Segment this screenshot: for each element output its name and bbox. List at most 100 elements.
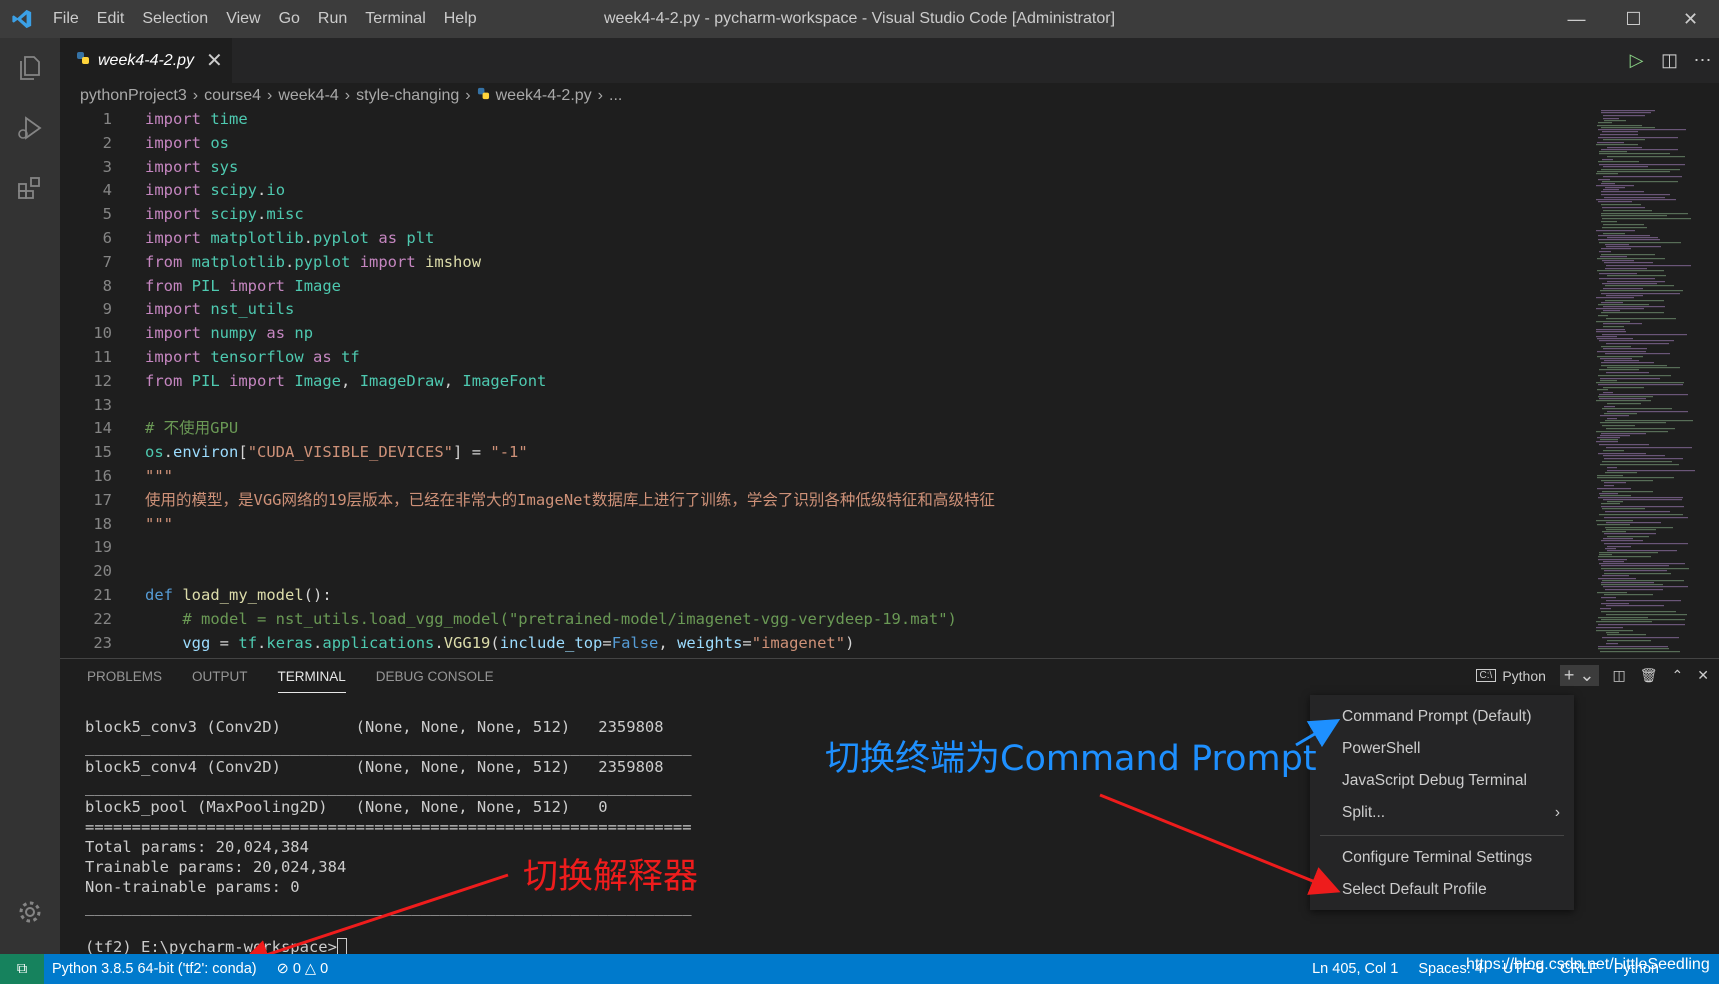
code-line[interactable]: 1 import time xyxy=(60,108,1590,132)
code-line[interactable]: 23 vgg = tf.keras.applications.VGG19(inc… xyxy=(60,632,1590,656)
chevron-right-icon: › xyxy=(344,87,351,104)
minimap-line xyxy=(1602,260,1634,262)
extensions-icon[interactable] xyxy=(0,158,60,218)
settings-gear-icon[interactable] xyxy=(0,882,60,942)
code-line[interactable]: 5 import scipy.misc xyxy=(60,203,1590,227)
menu-terminal[interactable]: Terminal xyxy=(356,0,434,38)
tab-week4-4-2[interactable]: week4-4-2.py ✕ xyxy=(60,38,232,83)
code-editor[interactable]: 1 import time 2 import os 3 import sys 4 import… xyxy=(60,108,1590,658)
breadcrumb-item[interactable]: course4 xyxy=(204,87,261,105)
close-panel-icon[interactable]: ✕ xyxy=(1697,667,1709,684)
tab-problems[interactable]: PROBLEMS xyxy=(87,669,162,693)
tab-output[interactable]: OUTPUT xyxy=(192,669,248,693)
breadcrumb-item[interactable]: pythonProject3 xyxy=(80,87,187,105)
chevron-up-icon[interactable]: ⌃ xyxy=(1672,667,1684,684)
line-text: 使用的模型，是VGG网络的19层版本，已经在非常大的ImageNet数据库上进行… xyxy=(145,490,995,509)
minimap-line xyxy=(1605,285,1674,287)
remote-icon[interactable]: ⧉ xyxy=(0,954,44,984)
code-line[interactable]: 6 import matplotlib.pyplot as plt xyxy=(60,227,1590,251)
minimap-line xyxy=(1601,568,1689,570)
menu-run[interactable]: Run xyxy=(309,0,356,38)
code-line[interactable]: 19 xyxy=(60,536,1590,560)
menu-item-js-debug-terminal[interactable]: JavaScript Debug Terminal xyxy=(1310,765,1574,797)
menu-item-command-prompt[interactable]: Command Prompt (Default) xyxy=(1310,701,1574,733)
code-line[interactable]: 9 import nst_utils xyxy=(60,298,1590,322)
code-line[interactable]: 8 from PIL import Image xyxy=(60,275,1590,299)
error-count: 0 xyxy=(292,961,301,977)
code-line[interactable]: 18 """ xyxy=(60,513,1590,537)
warning-icon: △ xyxy=(300,961,321,977)
trash-icon[interactable]: 🗑 xyxy=(1640,667,1658,684)
line-number: 13 xyxy=(93,395,112,414)
code-line[interactable]: 14 # 不使用GPU xyxy=(60,417,1590,441)
minimap-line xyxy=(1603,326,1624,328)
line-number: 22 xyxy=(93,609,112,628)
menu-help[interactable]: Help xyxy=(435,0,486,38)
maximize-icon[interactable]: ☐ xyxy=(1605,0,1662,38)
interpreter-selector[interactable]: Python 3.8.5 64-bit ('tf2': conda) xyxy=(52,961,257,977)
menu-edit[interactable]: Edit xyxy=(88,0,134,38)
code-line[interactable]: 16 """ xyxy=(60,465,1590,489)
minimap[interactable] xyxy=(1590,108,1705,658)
minimap-line xyxy=(1600,358,1632,360)
menu-item-split[interactable]: Split... › xyxy=(1310,797,1574,829)
line-text: from PIL import Image, ImageDraw, ImageF… xyxy=(145,371,547,390)
explorer-icon[interactable] xyxy=(0,38,60,98)
menu-item-select-default-profile[interactable]: Select Default Profile xyxy=(1310,874,1574,906)
minimap-line xyxy=(1597,488,1631,490)
code-line[interactable]: 7 from matplotlib.pyplot import imshow xyxy=(60,251,1590,275)
code-line[interactable]: 10 import numpy as np xyxy=(60,322,1590,346)
tab-debug-console[interactable]: DEBUG CONSOLE xyxy=(376,669,494,693)
menu-go[interactable]: Go xyxy=(270,0,309,38)
close-window-icon[interactable]: ✕ xyxy=(1662,0,1719,38)
menu-selection[interactable]: Selection xyxy=(133,0,217,38)
problems-indicator[interactable]: ⊘ 0 △ 0 xyxy=(277,961,329,977)
code-line[interactable]: 13 xyxy=(60,394,1590,418)
code-line[interactable]: 2 import os xyxy=(60,132,1590,156)
code-line[interactable]: 11 import tensorflow as tf xyxy=(60,346,1590,370)
code-line[interactable]: 15 os.environ["CUDA_VISIBLE_DEVICES"] = "… xyxy=(60,441,1590,465)
split-terminal-icon[interactable]: ◫ xyxy=(1613,667,1626,684)
cursor-position[interactable]: Ln 405, Col 1 xyxy=(1312,961,1398,977)
more-actions-icon[interactable]: ⋯ xyxy=(1686,50,1719,71)
new-terminal-icon[interactable]: + ⌄ xyxy=(1559,665,1599,686)
minimap-line xyxy=(1598,122,1612,124)
minimap-line xyxy=(1597,258,1665,260)
minimap-line xyxy=(1606,372,1649,374)
breadcrumb-item[interactable]: week4-4-2.py xyxy=(496,87,592,105)
code-line[interactable]: 22 # model = nst_utils.load_vgg_model("p… xyxy=(60,608,1590,632)
code-line[interactable]: 3 import sys xyxy=(60,156,1590,180)
chevron-right-icon: › xyxy=(1554,804,1560,821)
run-debug-icon[interactable] xyxy=(0,98,60,158)
code-line[interactable]: 21 def load_my_model(): xyxy=(60,584,1590,608)
run-file-icon[interactable]: ▷ xyxy=(1620,50,1653,71)
menu-file[interactable]: File xyxy=(44,0,88,38)
status-bar: ⧉ Python 3.8.5 64-bit ('tf2': conda) ⊘ 0… xyxy=(0,954,1719,984)
code-line[interactable]: 17 使用的模型，是VGG网络的19层版本，已经在非常大的ImageNet数据库上… xyxy=(60,489,1590,513)
line-text: import scipy.misc xyxy=(145,205,304,224)
minimap-line xyxy=(1606,318,1676,320)
menu-view[interactable]: View xyxy=(217,0,269,38)
minimap-line xyxy=(1600,651,1680,653)
terminal-output[interactable]: block5_conv3 (Conv2D) (None, None, None,… xyxy=(85,717,692,957)
menu-item-configure-terminal-settings[interactable]: Configure Terminal Settings xyxy=(1310,842,1574,874)
split-editor-icon[interactable]: ◫ xyxy=(1653,50,1686,71)
terminal-shell-select[interactable]: C:\ Python xyxy=(1475,668,1546,684)
minimap-line xyxy=(1600,378,1660,380)
breadcrumb-item[interactable]: style-changing xyxy=(356,87,459,105)
code-line[interactable]: 4 import scipy.io xyxy=(60,179,1590,203)
code-line[interactable]: 20 xyxy=(60,560,1590,584)
minimap-line xyxy=(1603,499,1682,501)
minimap-line xyxy=(1605,548,1616,550)
line-number: 3 xyxy=(102,157,112,176)
close-tab-icon[interactable]: ✕ xyxy=(206,48,223,73)
breadcrumb-item[interactable]: ... xyxy=(609,87,622,105)
minimap-line xyxy=(1599,278,1655,280)
minimize-icon[interactable]: — xyxy=(1548,0,1605,38)
code-line[interactable]: 12 from PIL import Image, ImageDraw, Imag… xyxy=(60,370,1590,394)
minimap-line xyxy=(1602,207,1645,209)
minimap-line xyxy=(1598,559,1627,561)
breadcrumb-item[interactable]: week4-4 xyxy=(278,87,338,105)
tab-terminal[interactable]: TERMINAL xyxy=(277,669,346,693)
menu-item-powershell[interactable]: PowerShell xyxy=(1310,733,1574,765)
